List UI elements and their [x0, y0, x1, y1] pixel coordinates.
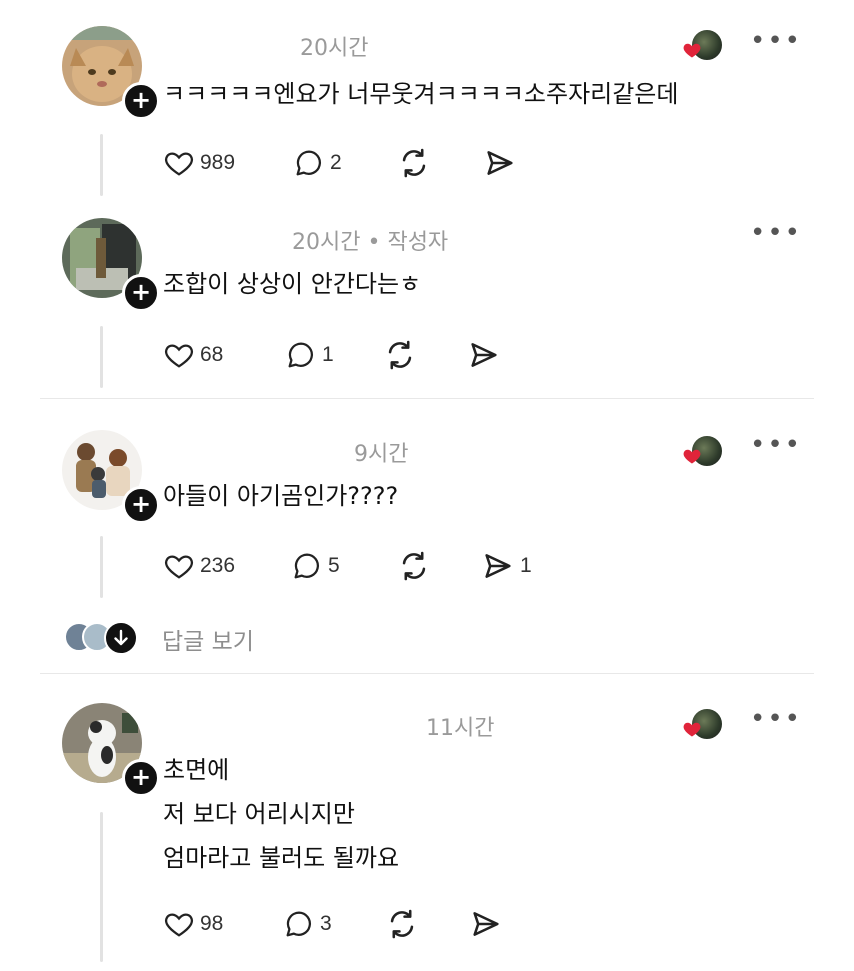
comment-2-avatar-wrap[interactable]: +	[62, 218, 160, 312]
time-text: 11시간	[426, 716, 495, 741]
more-dots-icon[interactable]: •••	[750, 28, 802, 54]
more-dots-icon[interactable]: •••	[750, 706, 802, 732]
follow-plus-icon[interactable]: +	[122, 82, 160, 120]
share-button[interactable]: 1	[480, 548, 532, 584]
more-dots-icon[interactable]: •••	[750, 220, 802, 246]
more-dots-icon[interactable]: •••	[750, 432, 802, 458]
repost-icon	[402, 551, 426, 581]
speech-bubble-icon	[296, 150, 321, 176]
share-button[interactable]	[482, 145, 522, 181]
author-liked-indicator	[683, 707, 724, 741]
time-text: 9시간	[354, 442, 409, 467]
follow-plus-icon[interactable]: +	[122, 274, 160, 312]
author-liked-indicator	[683, 434, 724, 468]
comment-line: 저 보다 어리시지만	[163, 800, 355, 828]
view-replies-link[interactable]: 답글 보기	[162, 622, 254, 656]
repost-button[interactable]	[382, 337, 418, 373]
thread-line	[100, 536, 103, 598]
author-label: • 작성자	[367, 230, 449, 255]
thread-divider	[40, 673, 814, 674]
comment-timestamp: 9시간	[354, 436, 408, 468]
reply-button[interactable]: 2	[292, 145, 342, 181]
thread-line	[100, 812, 103, 962]
speech-bubble-icon	[286, 911, 311, 937]
comment-body: 조합이 상상이 안간다는ㅎ	[163, 262, 421, 306]
liked-heart-icon	[683, 43, 701, 58]
repost-icon	[388, 340, 412, 370]
send-icon	[485, 554, 511, 578]
comment-line: ㅋㅋㅋㅋㅋ엔요가 너무웃겨ㅋㅋㅋㅋ소주자리같은데	[163, 80, 679, 108]
repost-icon	[390, 909, 414, 939]
repost-button[interactable]	[396, 548, 432, 584]
like-button[interactable]: 68	[162, 337, 223, 373]
comment-timestamp: 11시간	[426, 710, 494, 742]
comment-timestamp: 20시간 • 작성자	[292, 224, 448, 256]
comment-body: 아들이 아기곰인가????	[163, 474, 398, 518]
comment-1-avatar-wrap[interactable]: +	[62, 26, 160, 120]
arrow-down-icon	[104, 621, 138, 655]
comment-timestamp: 20시간	[300, 30, 368, 62]
reply-button[interactable]: 1	[284, 337, 334, 373]
reply-count: 2	[330, 151, 342, 174]
reply-count: 5	[328, 554, 340, 577]
thread-line	[100, 134, 103, 196]
comment-line: 초면에	[163, 756, 230, 784]
thread-line	[100, 326, 103, 388]
send-icon	[473, 912, 499, 936]
time-text: 20시간	[300, 36, 369, 61]
send-icon	[487, 151, 513, 175]
liked-heart-icon	[683, 722, 701, 737]
like-button[interactable]: 98	[162, 906, 223, 942]
reply-button[interactable]: 3	[282, 906, 332, 942]
liked-heart-icon	[683, 449, 701, 464]
reply-count: 3	[320, 912, 332, 935]
comment-body: ㅋㅋㅋㅋㅋ엔요가 너무웃겨ㅋㅋㅋㅋ소주자리같은데	[163, 72, 678, 116]
heart-outline-icon	[165, 913, 193, 937]
follow-plus-icon[interactable]: +	[122, 759, 160, 797]
time-text: 20시간	[292, 230, 361, 255]
speech-bubble-icon	[294, 553, 319, 579]
reply-count: 1	[322, 343, 334, 366]
heart-outline-icon	[165, 344, 193, 368]
share-count: 1	[520, 554, 532, 577]
follow-plus-icon[interactable]: +	[122, 486, 160, 524]
comment-line: 조합이 상상이 안간다는ㅎ	[163, 270, 422, 298]
share-button[interactable]	[468, 906, 508, 942]
repost-icon	[402, 148, 426, 178]
heart-outline-icon	[165, 152, 193, 176]
like-count: 68	[200, 343, 224, 366]
like-count: 236	[200, 554, 236, 577]
reply-button[interactable]: 5	[290, 548, 340, 584]
like-button[interactable]: 236	[162, 548, 235, 584]
repost-button[interactable]	[396, 145, 432, 181]
like-button[interactable]: 989	[162, 145, 235, 181]
like-count: 98	[200, 912, 224, 935]
author-liked-indicator	[683, 28, 724, 62]
thread-divider	[40, 398, 814, 399]
repost-button[interactable]	[384, 906, 420, 942]
comment-4-avatar-wrap[interactable]: +	[62, 703, 160, 797]
send-icon	[471, 343, 497, 367]
like-count: 989	[200, 151, 236, 174]
comment-body: 초면에 저 보다 어리시지만 엄마라고 불러도 될까요	[163, 748, 399, 880]
comment-line: 엄마라고 불러도 될까요	[163, 844, 400, 872]
speech-bubble-icon	[288, 342, 313, 368]
comment-3-avatar-wrap[interactable]: +	[62, 430, 160, 524]
heart-outline-icon	[165, 555, 193, 579]
comment-line: 아들이 아기곰인가????	[163, 482, 399, 510]
share-button[interactable]	[466, 337, 506, 373]
